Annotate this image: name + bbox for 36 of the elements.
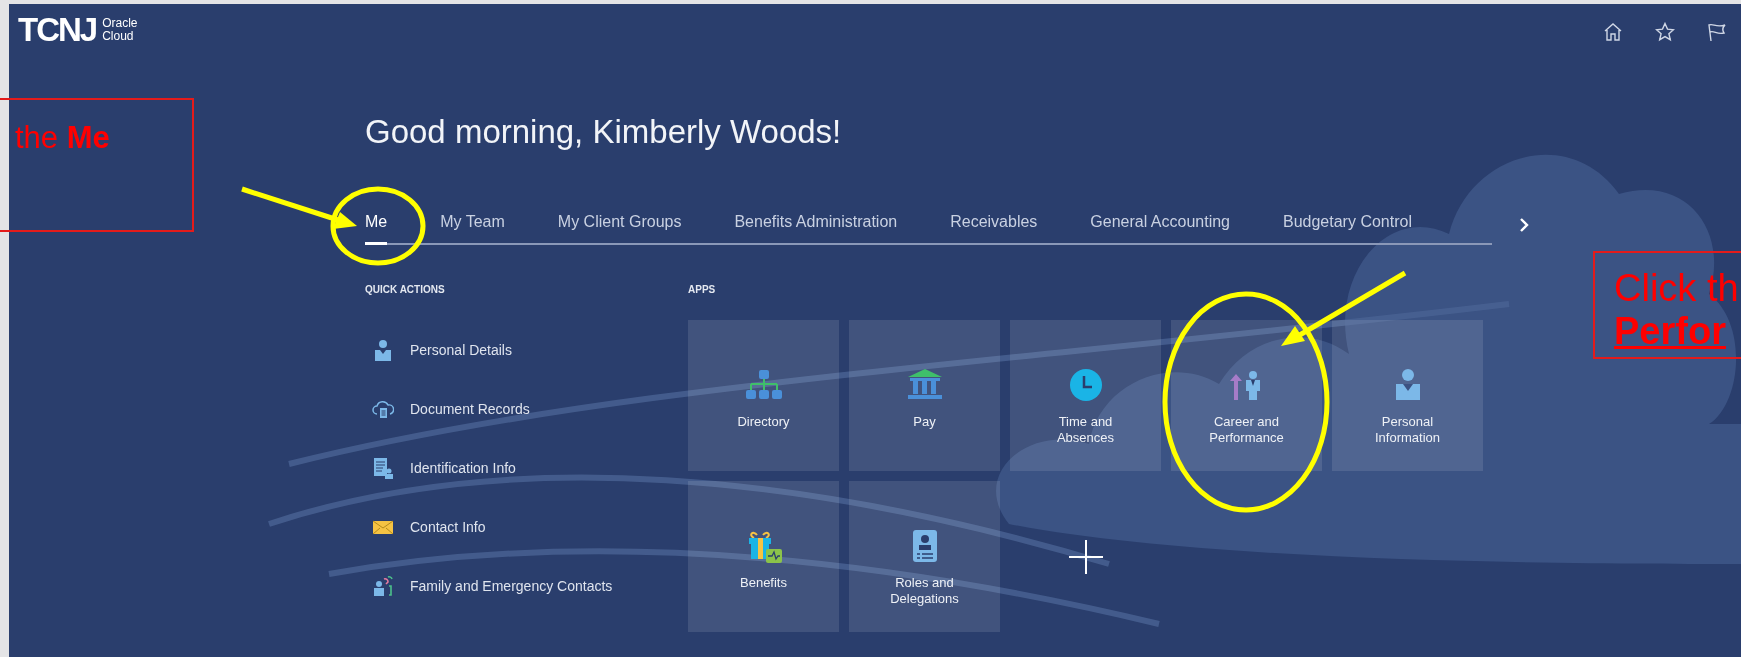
plus-icon — [1068, 539, 1103, 574]
app-tile[interactable]: Pay — [849, 320, 1000, 471]
logo-subtitle: Oracle — [102, 16, 138, 30]
flag-icon[interactable] — [1707, 22, 1727, 42]
quick-action-link[interactable]: Personal Details — [365, 320, 518, 379]
section-heading: QUICK ACTIONS — [365, 284, 446, 297]
nav-tab[interactable]: My Client Groups — [557, 205, 682, 245]
people-icon — [372, 574, 394, 597]
nav-tab[interactable]: Budgetary Control — [1283, 205, 1412, 245]
section-heading: APPS — [688, 284, 717, 297]
callout-text: Perfor — [1614, 310, 1727, 353]
greeting-heading: Good morning, Kimberly Woods! — [365, 112, 843, 152]
nav-tab[interactable]: Benefits Administration — [734, 205, 898, 245]
document-person-icon — [372, 456, 394, 479]
quick-action-link[interactable]: Contact Info — [365, 497, 492, 556]
person-icon — [372, 338, 394, 361]
app-tile[interactable]: Personal Information — [1332, 320, 1483, 471]
app-tile[interactable]: Directory — [688, 320, 839, 471]
nav-tab[interactable]: My Team — [440, 205, 505, 245]
star-icon[interactable] — [1655, 22, 1675, 42]
app-tile[interactable]: Career and Performance — [1171, 320, 1322, 471]
nav-tab[interactable]: Me — [365, 205, 388, 245]
logo-subtitle: Cloud — [102, 29, 135, 43]
callout-text: Click th — [1614, 267, 1740, 310]
home-icon[interactable] — [1603, 22, 1623, 42]
nav-tab[interactable]: General Accounting — [1090, 205, 1230, 245]
quick-action-link[interactable]: Family and Emergency Contacts — [365, 556, 619, 615]
logo-wordmark: TCNJ — [18, 13, 97, 46]
app-tile[interactable]: Roles and Delegations — [849, 481, 1000, 632]
org-chart-icon — [743, 368, 784, 402]
quick-action-link[interactable]: Document Records — [365, 379, 536, 438]
app-tile[interactable]: Time and Absences — [1010, 320, 1161, 471]
nav-tab[interactable]: Receivables — [950, 205, 1038, 245]
quick-action-link[interactable]: Identification Info — [365, 438, 522, 497]
app-tile[interactable]: Benefits — [688, 481, 839, 632]
callout-text: the Me — [15, 120, 111, 156]
